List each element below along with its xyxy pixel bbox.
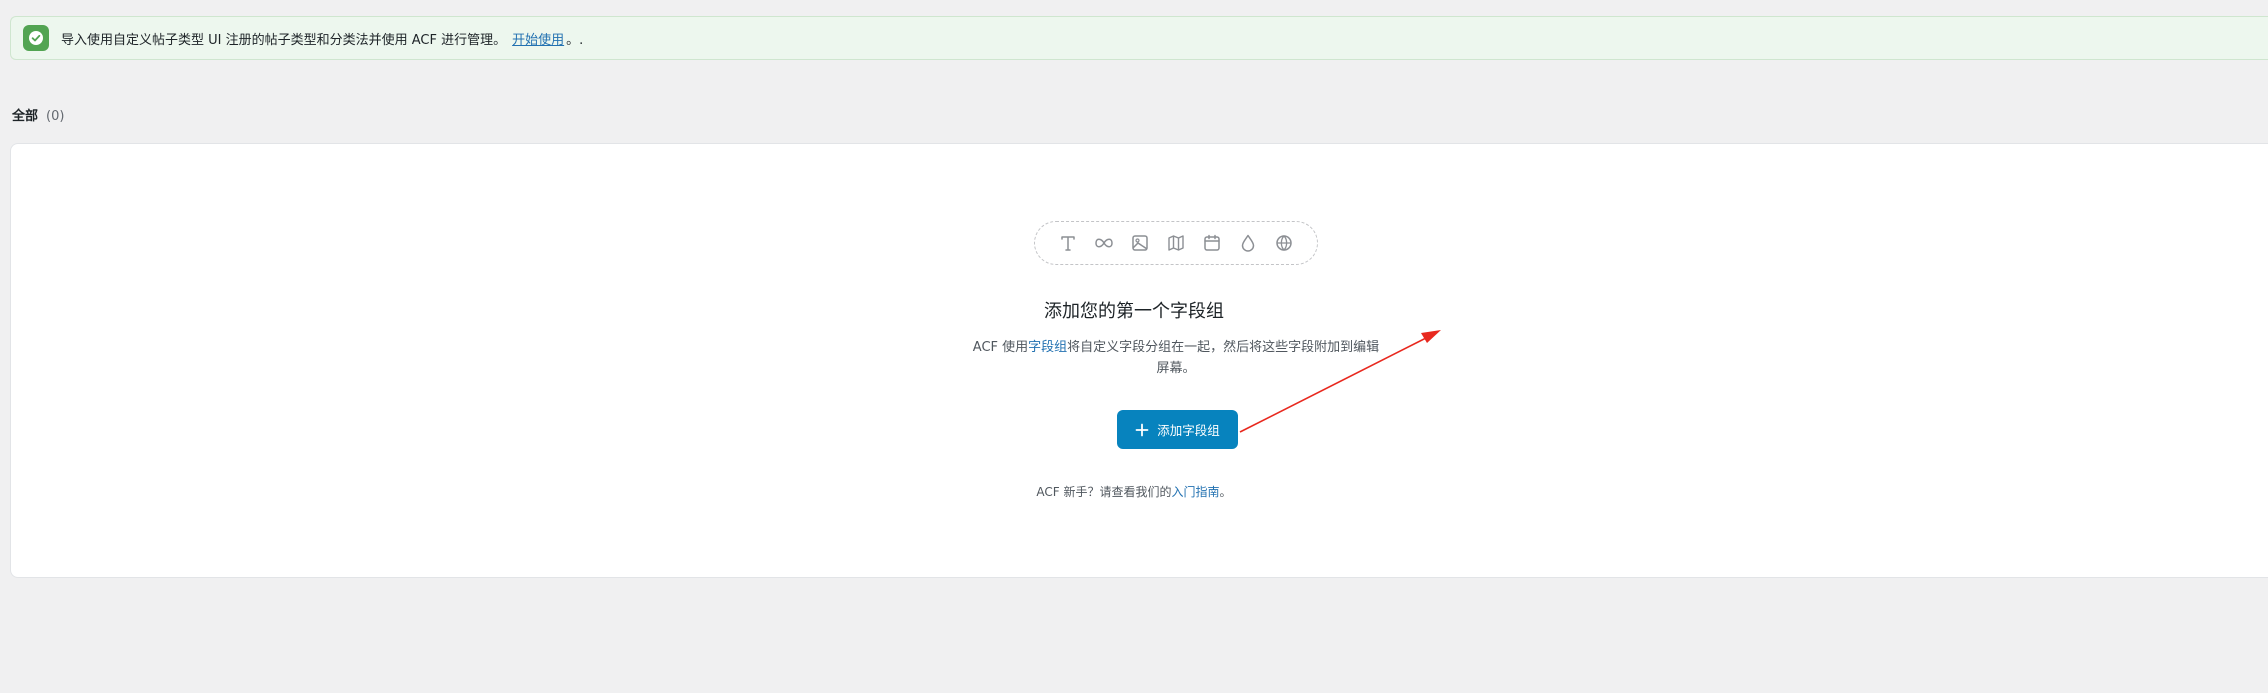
empty-state-title: 添加您的第一个字段组 [1044,301,1224,322]
page: 导入使用自定义帖子类型 UI 注册的帖子类型和分类法并使用 ACF 进行管理。 … [0,0,2268,693]
get-started-link[interactable]: 开始使用 [512,29,564,48]
plus-icon [1135,423,1149,437]
empty-state-description: ACF 使用字段组将自定义字段分组在一起，然后将这些字段附加到编辑屏幕。 [968,337,1384,379]
add-field-group-button[interactable]: 添加字段组 [1117,410,1238,449]
desc-suffix: 将自定义字段分组在一起，然后将这些字段附加到编辑屏幕。 [1067,340,1380,376]
field-groups-link[interactable]: 字段组 [1028,340,1067,355]
help-prefix: ACF 新手？请查看我们的 [1036,485,1172,499]
filter-all-count: (0) [46,109,65,124]
calendar-icon [1200,231,1224,255]
infinity-icon [1092,231,1116,255]
droplet-icon [1236,231,1260,255]
notice-trailing: 。. [566,32,584,48]
check-circle-icon [23,25,49,51]
text-icon [1056,231,1080,255]
image-icon [1128,231,1152,255]
help-suffix: 。 [1219,485,1232,499]
map-icon [1164,231,1188,255]
desc-prefix: ACF 使用 [972,340,1029,355]
success-notice: 导入使用自定义帖子类型 UI 注册的帖子类型和分类法并使用 ACF 进行管理。 … [10,16,2268,60]
globe-icon [1272,231,1296,255]
status-filters: 全部 (0) [12,105,64,124]
field-types-icon-strip [1034,221,1318,265]
add-field-group-label: 添加字段组 [1157,423,1220,438]
getting-started-help: ACF 新手？请查看我们的入门指南。 [0,483,2268,500]
filter-all-link[interactable]: 全部 [12,105,38,124]
getting-started-guide-link[interactable]: 入门指南 [1172,485,1220,499]
notice-text: 导入使用自定义帖子类型 UI 注册的帖子类型和分类法并使用 ACF 进行管理。 [61,32,507,48]
